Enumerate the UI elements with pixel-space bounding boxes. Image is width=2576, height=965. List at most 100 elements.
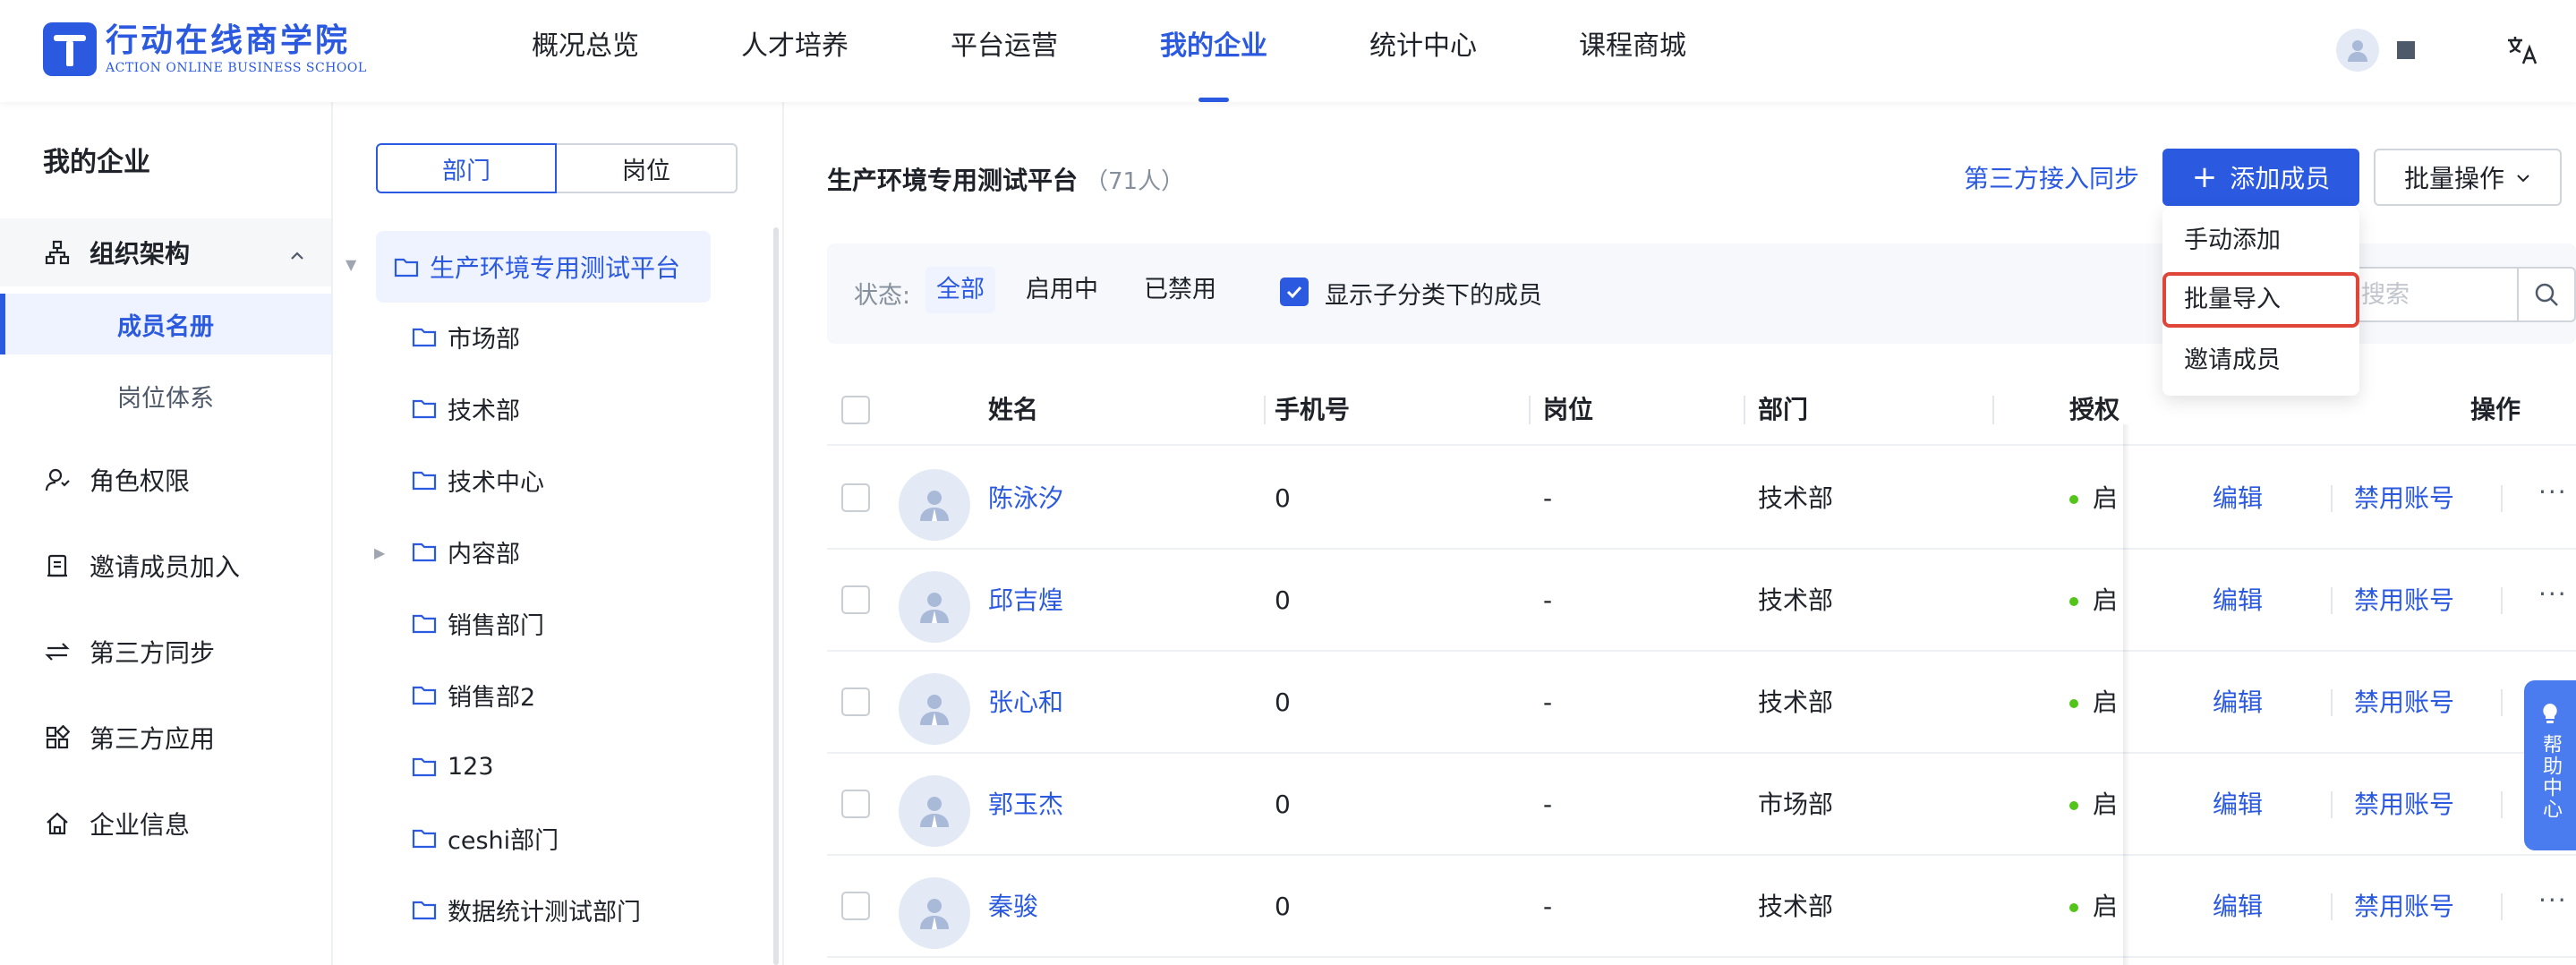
column-header-auth: 授权	[2069, 395, 2120, 424]
dropdown-manual-add[interactable]: 手动添加	[2162, 213, 2359, 269]
top-header: 行动在线商学院 ACTION ONLINE BUSINESS SCHOOL 概况…	[0, 0, 2576, 102]
disable-account-button[interactable]: 禁用账号	[2354, 448, 2454, 550]
tree-node-label: 销售部2	[448, 683, 536, 712]
edit-button[interactable]: 编辑	[2213, 754, 2263, 856]
logo-mark-icon	[43, 22, 97, 76]
disable-account-button[interactable]: 禁用账号	[2354, 652, 2454, 754]
member-status: 启	[2069, 652, 2118, 754]
edit-button[interactable]: 编辑	[2213, 652, 2263, 754]
row-checkbox[interactable]	[841, 892, 870, 920]
chevron-down-icon	[2515, 163, 2531, 192]
dropdown-invite-member[interactable]: 邀请成员	[2162, 333, 2359, 389]
tree-node-label: ceshi部门	[448, 826, 559, 855]
member-name-link[interactable]: 秦骏	[988, 856, 1038, 958]
topnav-operations[interactable]: 平台运营	[951, 0, 1058, 102]
sidebar-title: 我的企业	[43, 147, 150, 178]
sidebar-item-role-permission[interactable]: 角色权限	[0, 446, 331, 514]
check-icon	[1286, 286, 1302, 299]
brand-logo[interactable]: 行动在线商学院 ACTION ONLINE BUSINESS SCHOOL	[43, 20, 367, 79]
disable-account-button[interactable]: 禁用账号	[2354, 856, 2454, 958]
more-icon[interactable]: ···	[2538, 448, 2568, 550]
filter-enabled[interactable]: 启用中	[1015, 267, 1109, 313]
sidebar-item-enterprise-info[interactable]: 企业信息	[0, 790, 331, 858]
member-name-link[interactable]: 陈泳汐	[988, 448, 1063, 550]
avatar-icon[interactable]	[2336, 29, 2379, 72]
more-icon[interactable]: ···	[2538, 550, 2568, 652]
apps-grid-icon	[43, 723, 72, 752]
member-department: 技术部	[1758, 483, 1834, 513]
tree-node-label: 生产环境专用测试平台	[430, 253, 681, 283]
translate-icon[interactable]	[2504, 32, 2540, 68]
edit-button[interactable]: 编辑	[2213, 448, 2263, 550]
filter-all[interactable]: 全部	[925, 267, 995, 313]
sidebar-item-label: 第三方同步	[90, 638, 216, 668]
third-party-sync-link[interactable]: 第三方接入同步	[1964, 159, 2139, 195]
row-checkbox[interactable]	[841, 585, 870, 614]
sidebar-group-label: 组织架构	[90, 239, 191, 269]
avatar	[899, 877, 970, 949]
department-tree-panel: 部门 岗位 ▼ 生产环境专用测试平台 市场部 技术部 技术中心 ▶ 内容部 销售…	[333, 102, 784, 965]
caret-right-icon[interactable]: ▶	[374, 544, 385, 561]
home-icon	[43, 809, 72, 838]
filter-disabled[interactable]: 已禁用	[1133, 267, 1227, 313]
member-status: 启	[2069, 856, 2118, 958]
sidebar-item-invite-members[interactable]: 邀请成员加入	[0, 532, 331, 600]
topnav-talent[interactable]: 人才培养	[741, 0, 849, 102]
square-icon[interactable]	[2397, 41, 2415, 59]
invite-doc-icon	[43, 551, 72, 580]
dropdown-batch-import[interactable]: 批量导入	[2162, 272, 2359, 328]
topnav-my-enterprise[interactable]: 我的企业	[1160, 0, 1267, 102]
member-post: -	[1543, 585, 1553, 615]
user-role-icon	[43, 465, 72, 494]
plus-icon: +	[2191, 159, 2218, 195]
row-checkbox[interactable]	[841, 790, 870, 818]
lightbulb-icon	[2543, 704, 2557, 723]
topnav-statistics[interactable]: 统计中心	[1369, 0, 1477, 102]
caret-down-icon[interactable]: ▼	[345, 256, 356, 273]
member-department: 市场部	[1758, 790, 1834, 819]
tree-node-label: 内容部	[448, 540, 520, 568]
batch-operation-button[interactable]: 批量操作	[2374, 149, 2562, 206]
disable-account-button[interactable]: 禁用账号	[2354, 754, 2454, 856]
edit-button[interactable]: 编辑	[2213, 856, 2263, 958]
tree-root-node[interactable]: 生产环境专用测试平台	[376, 231, 711, 303]
search-button[interactable]	[2517, 269, 2574, 320]
avatar	[899, 469, 970, 541]
member-phone: 0	[1275, 892, 1291, 921]
member-name-link[interactable]: 郭玉杰	[988, 754, 1063, 856]
edit-button[interactable]: 编辑	[2213, 550, 2263, 652]
member-status: 启	[2069, 754, 2118, 856]
header-actions	[2336, 25, 2540, 75]
member-post: -	[1543, 687, 1553, 717]
topnav-overview[interactable]: 概况总览	[532, 0, 639, 102]
sidebar-item-third-party-sync[interactable]: 第三方同步	[0, 618, 331, 686]
tree-scrollbar[interactable]	[773, 227, 779, 965]
chevron-up-icon[interactable]	[288, 242, 306, 271]
member-phone: 0	[1275, 585, 1291, 615]
sidebar-item-post-system[interactable]: 岗位体系	[0, 365, 331, 426]
member-phone: 0	[1275, 790, 1291, 819]
tab-department[interactable]: 部门	[376, 143, 557, 193]
avatar	[899, 571, 970, 643]
sidebar-item-third-party-apps[interactable]: 第三方应用	[0, 704, 331, 772]
search-input[interactable]	[2350, 269, 2512, 320]
help-center-button[interactable]: 帮助中心	[2524, 680, 2576, 850]
member-name-link[interactable]: 张心和	[988, 652, 1063, 754]
add-member-button[interactable]: + 添加成员	[2162, 149, 2359, 206]
topnav-course-mall[interactable]: 课程商城	[1579, 0, 1686, 102]
row-checkbox[interactable]	[841, 483, 870, 512]
show-sub-members-checkbox[interactable]	[1280, 278, 1309, 306]
folder-icon	[412, 399, 437, 419]
select-all-checkbox[interactable]	[841, 396, 870, 424]
show-sub-members-label: 显示子分类下的成员	[1325, 282, 1542, 310]
more-icon[interactable]: ···	[2538, 856, 2568, 958]
member-name-link[interactable]: 邱吉煌	[988, 550, 1063, 652]
tab-post[interactable]: 岗位	[557, 143, 738, 193]
row-checkbox[interactable]	[841, 687, 870, 716]
brand-name-cn: 行动在线商学院	[106, 22, 351, 59]
disable-account-button[interactable]: 禁用账号	[2354, 550, 2454, 652]
folder-icon	[412, 328, 437, 347]
sidebar-group-org[interactable]: 组织架构	[0, 218, 331, 286]
folder-icon	[412, 614, 437, 634]
sidebar-item-member-roster[interactable]: 成员名册	[0, 294, 331, 354]
